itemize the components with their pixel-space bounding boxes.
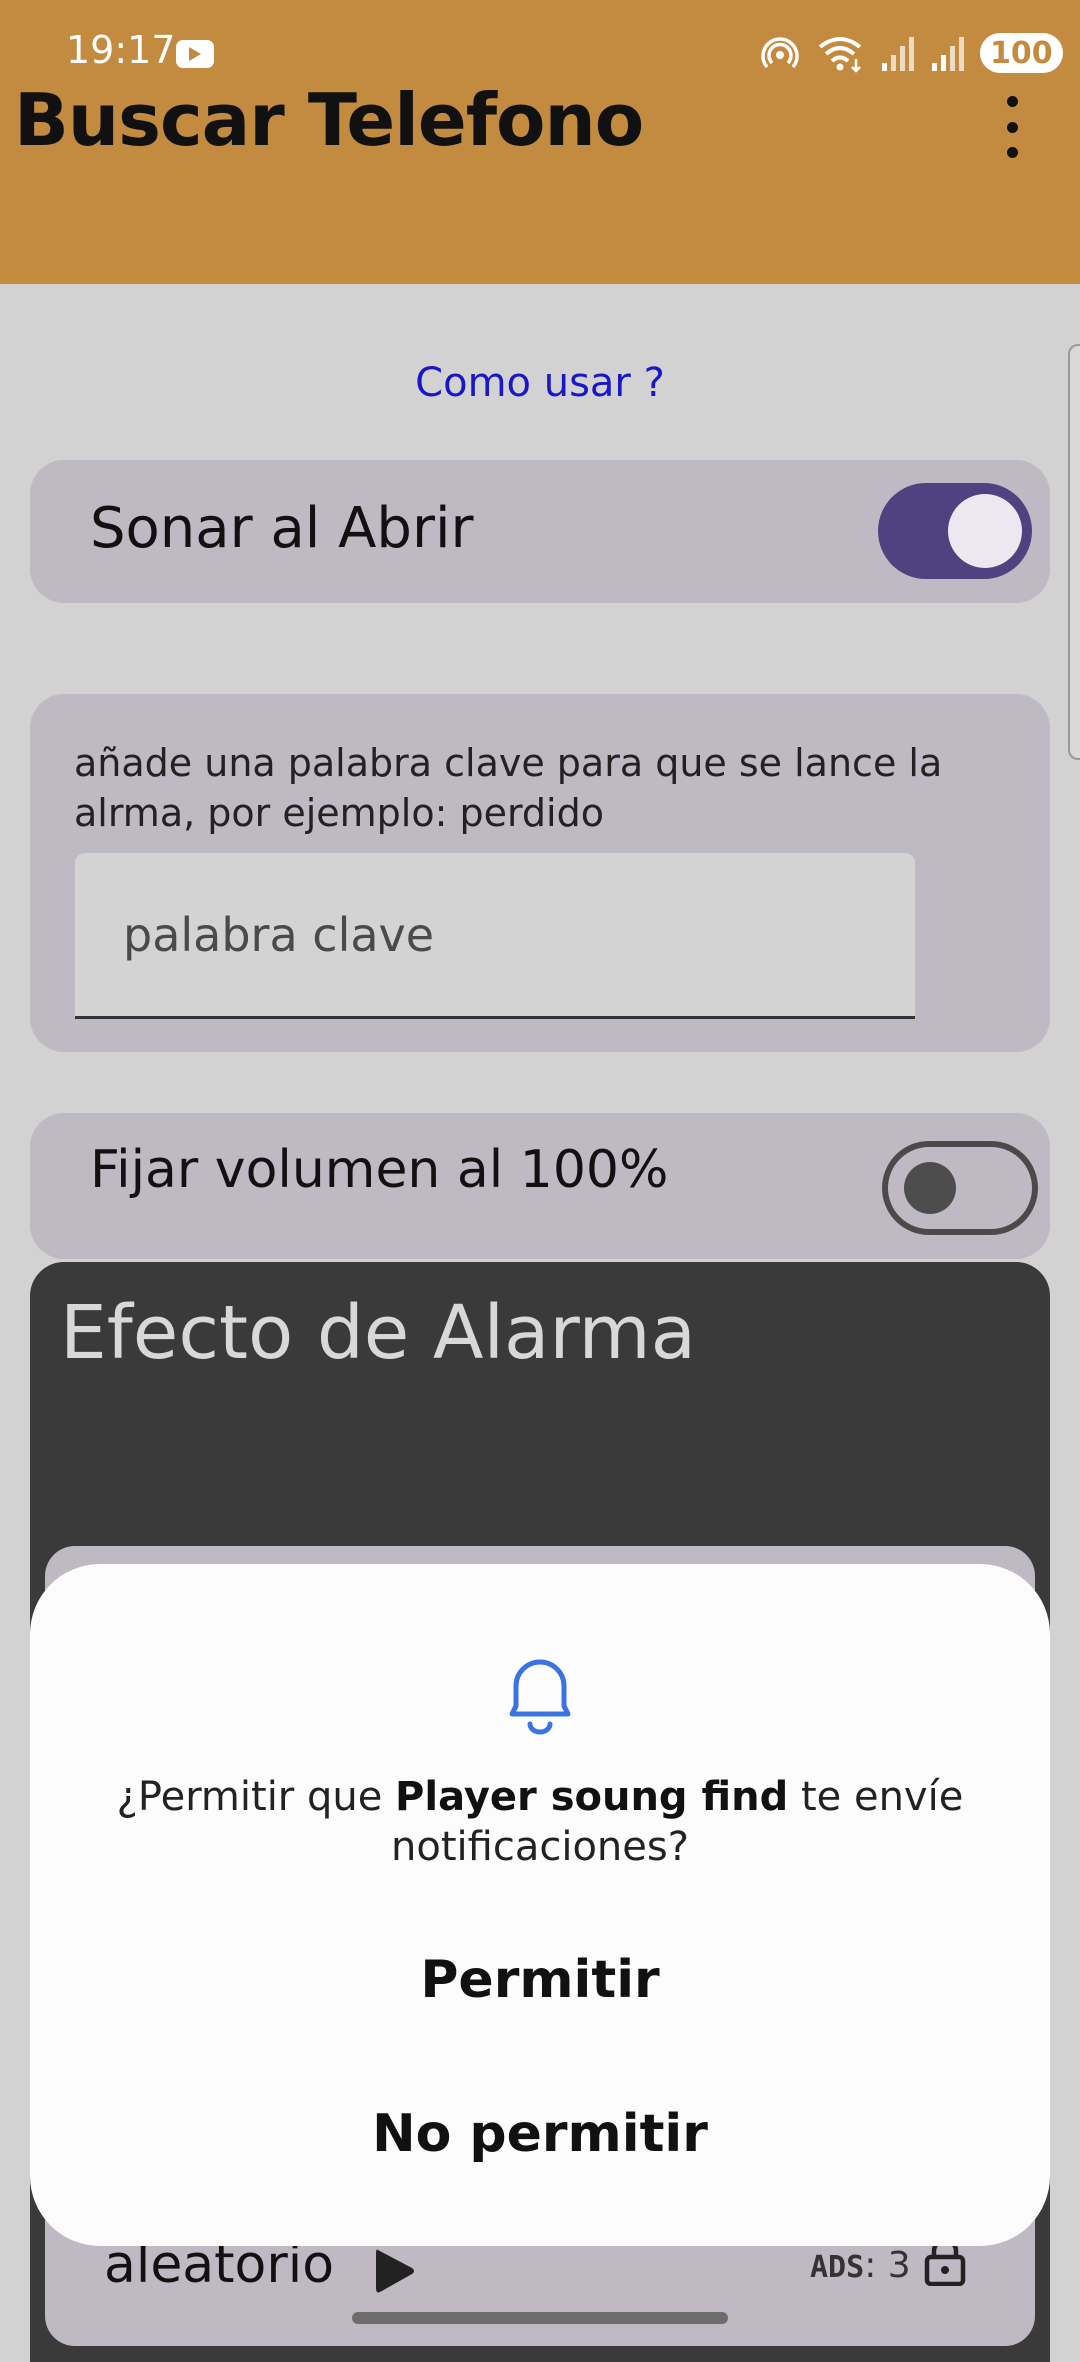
- signal-icon: [882, 37, 914, 71]
- volume-label: Fijar volumen al 100%: [90, 1140, 669, 1200]
- status-time: 19:17: [66, 28, 176, 72]
- sonar-toggle-knob[interactable]: [948, 494, 1022, 568]
- ads-label: ADS: [810, 2250, 865, 2285]
- youtube-icon: [176, 40, 214, 68]
- hotspot-icon: [761, 37, 799, 69]
- dialog-text-before: ¿Permitir que: [116, 1774, 396, 1820]
- dialog-app-name: Player soung find: [395, 1774, 789, 1820]
- battery-indicator: 100: [980, 33, 1063, 73]
- ads-counter: ADS: 3: [810, 2245, 911, 2286]
- volume-toggle-knob[interactable]: [904, 1162, 956, 1214]
- app-title: Buscar Telefono: [14, 78, 644, 162]
- alarm-effect-title: Efecto de Alarma: [60, 1290, 696, 1376]
- bell-icon: [500, 1650, 580, 1740]
- scrollbar[interactable]: [1068, 344, 1080, 760]
- status-icons: 100: [760, 30, 1063, 76]
- sonar-label: Sonar al Abrir: [90, 496, 474, 561]
- how-to-use-link[interactable]: Como usar ?: [0, 360, 1080, 406]
- allow-button[interactable]: Permitir: [230, 1940, 850, 2020]
- signal-icon: [932, 37, 964, 71]
- play-icon[interactable]: [372, 2246, 416, 2300]
- ads-count: : 3: [864, 2245, 911, 2286]
- keyword-input[interactable]: [75, 853, 915, 1019]
- keyword-description: añade una palabra clave para que se lanc…: [74, 741, 943, 835]
- deny-button[interactable]: No permitir: [230, 2094, 850, 2174]
- more-vertical-icon[interactable]: [996, 96, 1028, 158]
- dialog-message: ¿Permitir que Player soung find te envíe…: [100, 1772, 980, 1872]
- wifi-icon: [818, 37, 862, 73]
- home-indicator[interactable]: [352, 2312, 728, 2324]
